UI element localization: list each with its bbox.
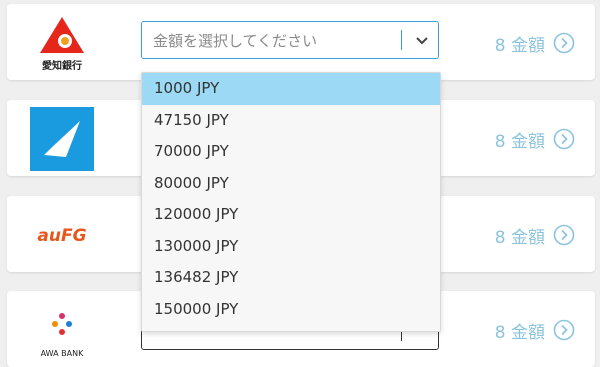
aufg-logo: auFG	[27, 204, 97, 266]
amount-count: 8 金額	[494, 322, 545, 343]
amount-link[interactable]: 8 金額	[495, 30, 575, 56]
select-divider	[401, 30, 402, 50]
bank-logo-blue	[27, 107, 97, 171]
amount-count: 8 金額	[494, 131, 545, 152]
svg-text:愛知銀行: 愛知銀行	[42, 59, 82, 72]
dropdown-option[interactable]: 130000 JPY	[142, 231, 440, 263]
amount-count: 8 金額	[494, 35, 545, 56]
chevron-right-circle-icon	[553, 128, 575, 150]
chevron-right-circle-icon	[553, 224, 575, 246]
dropdown-option[interactable]: 70000 JPY	[142, 136, 440, 168]
dropdown-option[interactable]: 47150 JPY	[142, 105, 440, 137]
amount-link[interactable]: 8 金額	[495, 222, 575, 248]
amount-link[interactable]: 8 金額	[495, 126, 575, 152]
svg-text:auFG: auFG	[37, 226, 86, 246]
awa-bank-logo: AWA BANK	[27, 299, 97, 361]
chevron-right-circle-icon	[553, 319, 575, 341]
dropdown-option[interactable]: 136482 JPY	[142, 262, 440, 294]
svg-text:AWA BANK: AWA BANK	[41, 349, 84, 358]
amount-dropdown: 1000 JPY 47150 JPY 70000 JPY 80000 JPY 1…	[141, 72, 441, 332]
amount-link[interactable]: 8 金額	[495, 317, 575, 343]
amount-count: 8 金額	[494, 227, 545, 248]
dropdown-option[interactable]: 150000 JPY	[142, 294, 440, 326]
amount-select[interactable]: 金額を選択してください	[141, 21, 439, 59]
dropdown-option[interactable]: 1000 JPY	[142, 73, 440, 105]
amount-select-placeholder: 金額を選択してください	[153, 32, 318, 50]
chevron-right-circle-icon	[553, 32, 575, 54]
dropdown-option[interactable]: 80000 JPY	[142, 168, 440, 200]
dropdown-option[interactable]: 120000 JPY	[142, 199, 440, 231]
chevron-down-icon[interactable]	[414, 32, 430, 48]
aichi-bank-logo: 愛知銀行	[27, 12, 97, 74]
